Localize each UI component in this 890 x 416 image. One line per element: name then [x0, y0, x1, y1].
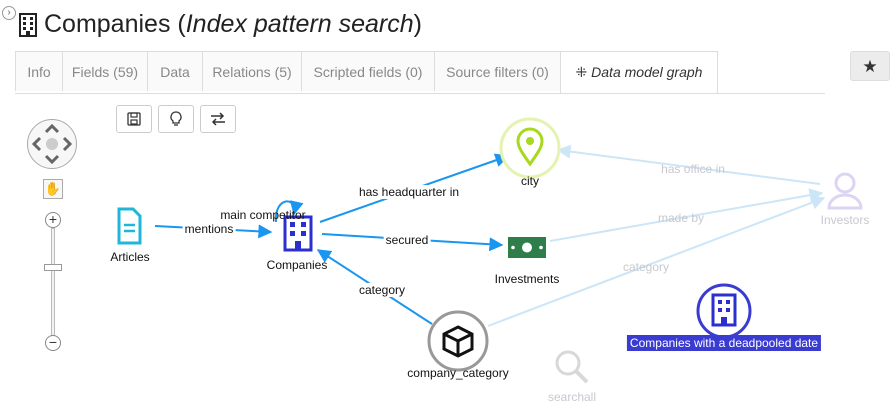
node-investors[interactable] — [827, 172, 863, 210]
node-label-companies: Companies — [266, 258, 328, 272]
edge-label-mentions: mentions — [182, 222, 236, 236]
edge-label-made-by: made by — [657, 211, 705, 225]
edge-label-secured: secured — [383, 233, 431, 247]
node-label-articles: Articles — [110, 250, 150, 264]
node-label-city: city — [521, 174, 539, 188]
node-label-investments: Investments — [494, 272, 560, 286]
node-articles[interactable] — [117, 207, 142, 245]
node-searchall[interactable] — [555, 350, 589, 384]
edge-label-has-office-in: has office in — [661, 162, 725, 176]
edge-label-main-competitor: main competitor — [220, 208, 306, 222]
node-deadpooled[interactable] — [696, 283, 752, 339]
node-label-investors: Investors — [820, 213, 870, 227]
edge-label-category-faded: category — [622, 260, 670, 274]
node-label-deadpooled: Companies with a deadpooled date — [626, 335, 822, 351]
edge-label-category: category — [356, 283, 408, 297]
node-label-searchall: searchall — [547, 390, 597, 404]
node-investments[interactable] — [508, 237, 546, 258]
node-city[interactable] — [499, 117, 561, 179]
node-label-company-category: company_category — [407, 366, 509, 380]
node-company-category[interactable] — [427, 310, 489, 372]
edge-label-has-headquarter-in: has headquarter in — [356, 185, 462, 199]
data-model-graph[interactable] — [0, 0, 890, 416]
